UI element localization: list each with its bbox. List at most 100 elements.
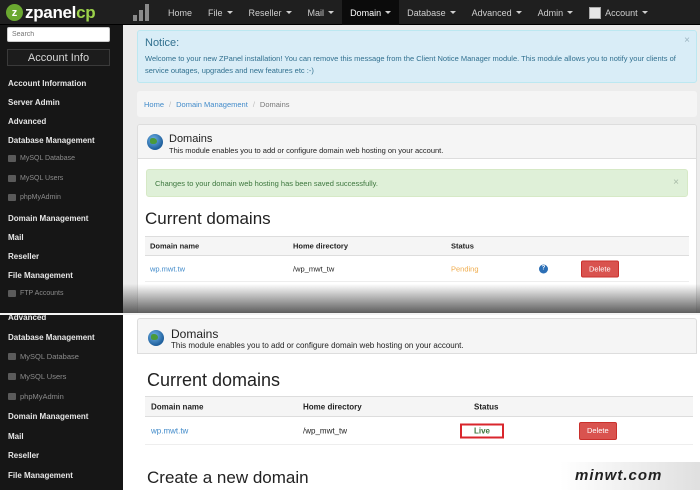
sidebar-item-mysql-database[interactable]: MySQL Database xyxy=(8,155,75,162)
help-icon[interactable]: ? xyxy=(539,264,548,273)
menu-item-icon xyxy=(8,194,16,201)
breadcrumb-home[interactable]: Home xyxy=(144,100,164,109)
nav-label: File xyxy=(208,7,223,18)
sidebar-item-label: Mail xyxy=(8,232,24,242)
menu-item-icon xyxy=(8,155,16,162)
sidebar-item-label: phpMyAdmin xyxy=(20,194,61,201)
nav-label: Advanced xyxy=(471,7,512,18)
sidebar-item-file-management[interactable]: File Management xyxy=(8,471,73,480)
panel-description: This module enables you to add or config… xyxy=(171,341,464,350)
sidebar-item-reseller[interactable]: Reseller xyxy=(8,252,39,261)
sidebar-item-phpmyadmin[interactable]: phpMyAdmin xyxy=(8,194,61,201)
domain-link[interactable]: wp.mwt.tw xyxy=(151,426,188,435)
sidebar-item-label: Server Admin xyxy=(8,98,60,107)
column-domain-name: Domain name xyxy=(151,402,204,411)
close-icon[interactable]: × xyxy=(684,35,690,46)
sidebar-item-domain-management[interactable]: Domain Management xyxy=(8,412,88,421)
sidebar-item-label: File Management xyxy=(8,270,73,280)
nav-label: Home xyxy=(168,7,193,18)
column-status: Status xyxy=(451,241,474,251)
search-input[interactable] xyxy=(7,27,110,42)
breadcrumb-separator: / xyxy=(252,99,255,109)
sidebar-item-label: Advanced xyxy=(8,315,47,322)
create-domain-heading: Create a new domain xyxy=(147,468,309,487)
sidebar-item-mysql-users[interactable]: MySQL Users xyxy=(8,174,63,182)
stats-icon[interactable] xyxy=(133,4,151,21)
caret-down-icon xyxy=(385,11,392,14)
zpanel-logo-icon: z xyxy=(6,4,23,21)
caret-down-icon xyxy=(641,11,648,14)
sidebar-item-domain-management[interactable]: Domain Management xyxy=(8,214,88,223)
nav-advanced[interactable]: Advanced xyxy=(464,0,530,25)
column-home-directory: Home directory xyxy=(303,402,362,411)
nav-home[interactable]: Home xyxy=(160,0,200,25)
domains-table-header: Domain name Home directory Status xyxy=(145,236,689,256)
sidebar-item-label: Database Management xyxy=(8,332,95,342)
avatar xyxy=(589,6,602,19)
fade-overlay xyxy=(123,284,700,314)
notice-body: Welcome to your new ZPanel installation!… xyxy=(145,54,676,75)
menu-item-icon xyxy=(8,174,16,182)
column-domain-name: Domain name xyxy=(150,241,200,251)
home-directory: /wp_mwt_tw xyxy=(303,426,348,435)
sidebar-item-file-management[interactable]: File Management xyxy=(8,271,73,280)
sidebar-item-server-admin[interactable]: Server Admin xyxy=(8,98,60,107)
sidebar-item-advanced[interactable]: Advanced xyxy=(8,315,46,322)
sidebar-item-label: Reseller xyxy=(8,251,40,261)
panel-header: Domains This module enables you to add o… xyxy=(137,318,697,354)
sidebar-item-ftp-accounts[interactable]: FTP Accounts xyxy=(8,289,63,297)
notice-alert: Notice: Welcome to your new ZPanel insta… xyxy=(137,30,697,83)
delete-button[interactable]: Delete xyxy=(581,260,619,277)
sidebar-item-label: Advanced xyxy=(8,117,47,126)
caret-down-icon xyxy=(226,11,233,14)
sidebar-item-mail[interactable]: Mail xyxy=(8,233,24,242)
panel-title: Domains xyxy=(171,327,219,341)
nav-file[interactable]: File xyxy=(200,0,241,25)
table-row: wp.mwt.tw /wp_mwt_tw Live Delete xyxy=(145,417,693,445)
sidebar-item-label: phpMyAdmin xyxy=(20,392,64,401)
nav-label: Mail xyxy=(307,7,325,18)
sidebar-item-account-information[interactable]: Account Information xyxy=(8,79,86,88)
screenshot: z zpanelcp Home File Reseller Mail Domain Dat… xyxy=(0,0,700,490)
table-row: wp.mwt.tw /wp_mwt_tw Pending ? Delete xyxy=(145,256,689,282)
sidebar-item-label: MySQL Database xyxy=(20,352,79,361)
nav-label: Reseller xyxy=(248,7,282,18)
close-icon[interactable]: × xyxy=(673,177,679,188)
logo-cp: cp xyxy=(76,2,96,22)
nav-mail[interactable]: Mail xyxy=(300,0,343,25)
sidebar-item-advanced[interactable]: Advanced xyxy=(8,117,46,126)
sidebar-item-label: Account Information xyxy=(8,79,87,88)
domains-table-header: Domain name Home directory Status xyxy=(145,396,693,417)
nav-domain[interactable]: Domain xyxy=(342,0,400,25)
nav-label: Account xyxy=(605,7,638,18)
account-info-button[interactable]: Account Info xyxy=(7,49,110,66)
nav-reseller[interactable]: Reseller xyxy=(241,0,300,25)
sidebar-item-mail[interactable]: Mail xyxy=(8,432,24,441)
delete-button[interactable]: Delete xyxy=(579,421,617,440)
nav-admin[interactable]: Admin xyxy=(530,0,582,25)
nav-database[interactable]: Database xyxy=(399,0,464,25)
sidebar-item-mysql-users[interactable]: MySQL Users xyxy=(8,372,66,381)
breadcrumb-domain-management[interactable]: Domain Management xyxy=(176,100,248,109)
nav-menu: Home File Reseller Mail Domain Database Advanc… xyxy=(160,0,656,25)
domain-link[interactable]: wp.mwt.tw xyxy=(150,264,185,273)
caret-down-icon xyxy=(449,11,456,14)
sidebar-item-phpmyadmin[interactable]: phpMyAdmin xyxy=(8,392,64,401)
sidebar-item-mysql-database[interactable]: MySQL Database xyxy=(8,352,79,361)
status-pending: Pending xyxy=(451,264,479,273)
nav-label: Database xyxy=(407,7,446,18)
breadcrumb: Home / Domain Management / Domains xyxy=(137,91,697,117)
panel-title: Domains xyxy=(169,133,213,145)
nav-account[interactable]: Account xyxy=(581,0,656,25)
sidebar-item-database-management[interactable]: Database Management xyxy=(8,333,95,342)
sidebar-item-database-management[interactable]: Database Management xyxy=(8,136,95,145)
column-home-directory: Home directory xyxy=(293,241,349,251)
caret-down-icon xyxy=(567,11,574,14)
sidebar-item-label: Domain Management xyxy=(8,213,89,223)
sidebar-item-reseller[interactable]: Reseller xyxy=(8,451,39,460)
breadcrumb-separator: / xyxy=(169,99,172,109)
sidebar-item-label: Database Management xyxy=(8,136,95,145)
menu-item-icon xyxy=(8,289,16,297)
zpanel-logo[interactable]: z zpanelcp xyxy=(6,2,96,22)
globe-icon xyxy=(147,134,163,150)
